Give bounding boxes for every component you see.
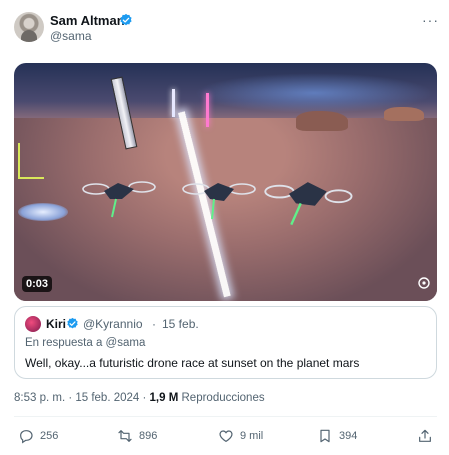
tweet-header: Sam Altman @sama ···: [14, 12, 439, 44]
author-handle[interactable]: @sama: [50, 29, 92, 43]
quoted-author-name[interactable]: Kiri: [46, 317, 66, 331]
separator-dot: ·: [152, 317, 156, 331]
drone-center: [182, 183, 256, 219]
rock-formation: [384, 107, 424, 121]
author-name[interactable]: Sam Altman: [50, 13, 125, 28]
author-avatar[interactable]: [14, 12, 44, 42]
reply-button[interactable]: 256: [18, 426, 58, 446]
verified-badge-icon: [67, 317, 78, 329]
quoted-tweet-date[interactable]: 15 feb.: [162, 317, 199, 331]
reply-icon: [20, 430, 33, 444]
quoted-tweet[interactable]: Kiri @Kyrannio · 15 feb. En respuesta a …: [14, 306, 437, 379]
drone-right: [264, 182, 353, 226]
neon-gate-pink: [206, 93, 209, 127]
drone-left: [82, 181, 156, 218]
reply-context: En respuesta a @sama: [25, 337, 146, 349]
bookmark-count: 394: [339, 430, 358, 442]
repost-count: 896: [139, 430, 158, 442]
heart-icon: [219, 430, 233, 443]
repost-icon: [118, 430, 132, 442]
like-count: 9 mil: [240, 430, 264, 442]
action-bar: 256 896 9 mil 394: [14, 426, 437, 446]
bookmark-button[interactable]: 394: [317, 426, 357, 446]
view-label: Reproducciones: [178, 392, 265, 404]
video-duration: 0:03: [22, 276, 53, 292]
video-player[interactable]: [14, 63, 437, 301]
neon-gate-yellow: [18, 143, 44, 179]
like-button[interactable]: 9 mil: [218, 426, 263, 446]
sora-watermark-icon: [418, 277, 430, 289]
quoted-author-handle[interactable]: @Kyrannio: [83, 317, 143, 331]
crater-light: [18, 203, 68, 221]
more-options-button[interactable]: ···: [422, 12, 439, 28]
rock-formation: [296, 111, 348, 131]
divider: [14, 416, 437, 417]
repost-button[interactable]: 896: [117, 426, 157, 446]
neon-gate-white: [172, 89, 175, 117]
share-icon: [419, 429, 431, 442]
share-button[interactable]: [417, 426, 433, 446]
tweet-timestamp[interactable]: 8:53 p. m. · 15 feb. 2024 ·: [14, 392, 150, 404]
view-count: 1,9 M: [149, 392, 179, 404]
tweet-meta: 8:53 p. m. · 15 feb. 2024 · 1,9 M Reprod…: [14, 392, 265, 404]
quoted-tweet-text: Well, okay...a futuristic drone race at …: [25, 356, 360, 370]
quoted-author-avatar[interactable]: [25, 316, 41, 332]
verified-badge-icon: [120, 13, 132, 26]
reply-count: 256: [40, 430, 59, 442]
bookmark-icon: [320, 429, 330, 443]
